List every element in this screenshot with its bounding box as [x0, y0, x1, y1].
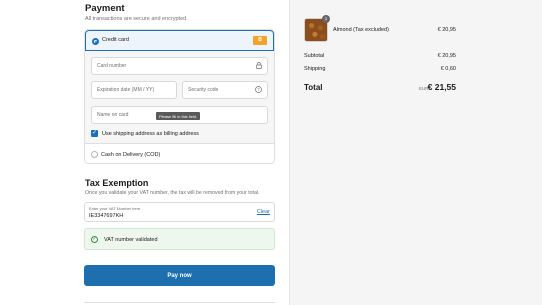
- name-on-card-placeholder: Name on card: [97, 112, 129, 118]
- cod-radio[interactable]: [91, 151, 98, 158]
- total-label: Total: [304, 83, 323, 92]
- help-icon[interactable]: ?: [255, 86, 262, 95]
- card-brand-icon: B: [253, 36, 267, 45]
- card-number-field[interactable]: Card number: [91, 57, 268, 75]
- credit-card-form: Card number Expiration date (MM / YY) Se…: [85, 51, 274, 143]
- billing-checkbox[interactable]: ✓: [91, 130, 98, 137]
- billing-checkbox-label: Use shipping address as billing address: [102, 131, 199, 137]
- credit-card-radio[interactable]: [92, 38, 99, 45]
- payment-methods: Credit card B Card number Expiration dat…: [84, 29, 275, 164]
- shipping-value: € 0,60: [440, 66, 456, 72]
- validation-tooltip: Please fill in this field.: [156, 112, 201, 120]
- shipping-label: Shipping: [304, 66, 326, 72]
- subtotal-label: Subtotal: [304, 53, 325, 59]
- vat-number-field[interactable]: Enter your VAT Number here IE3347697KH C…: [84, 202, 275, 222]
- expiration-placeholder: Expiration date (MM / YY): [97, 87, 155, 93]
- total-value: € 21,55: [427, 82, 456, 92]
- cod-label: Cash on Delivery (COD): [101, 152, 161, 158]
- cod-option[interactable]: Cash on Delivery (COD): [85, 143, 274, 163]
- divider: [84, 302, 275, 303]
- vat-field-label: Enter your VAT Number here: [89, 206, 141, 211]
- order-summary-panel: [289, 0, 542, 305]
- svg-text:?: ?: [257, 87, 260, 92]
- tax-exemption-subtitle: Once you validate your VAT number, the t…: [85, 190, 260, 196]
- payment-subtitle: All transactions are secure and encrypte…: [85, 16, 188, 22]
- payment-title: Payment: [85, 3, 125, 14]
- security-code-field[interactable]: Security code ?: [182, 81, 268, 99]
- credit-card-option[interactable]: Credit card B: [85, 30, 274, 51]
- security-code-placeholder: Security code: [188, 87, 219, 93]
- check-circle-icon: ✓: [91, 236, 98, 243]
- card-number-placeholder: Card number: [97, 63, 127, 69]
- subtotal-value: € 20,95: [437, 53, 456, 59]
- product-name: Almond (Tax excluded): [333, 27, 389, 33]
- lock-icon: [256, 62, 262, 71]
- tax-exemption-title: Tax Exemption: [85, 178, 149, 188]
- checkout-form-panel: Payment All transactions are secure and …: [0, 0, 289, 305]
- product-price: € 20,95: [437, 27, 456, 33]
- product-quantity-badge: 1: [322, 15, 330, 23]
- vat-clear-link[interactable]: Clear: [257, 209, 270, 215]
- vat-number-value: IE3347697KH: [89, 213, 124, 219]
- vat-validated-text: VAT number validated: [104, 237, 158, 243]
- expiration-field[interactable]: Expiration date (MM / YY): [91, 81, 177, 99]
- credit-card-label: Credit card: [102, 37, 129, 43]
- pay-now-button[interactable]: Pay now: [84, 265, 275, 286]
- vat-validated-notice: ✓ VAT number validated: [84, 228, 275, 250]
- check-icon: ✓: [91, 130, 98, 136]
